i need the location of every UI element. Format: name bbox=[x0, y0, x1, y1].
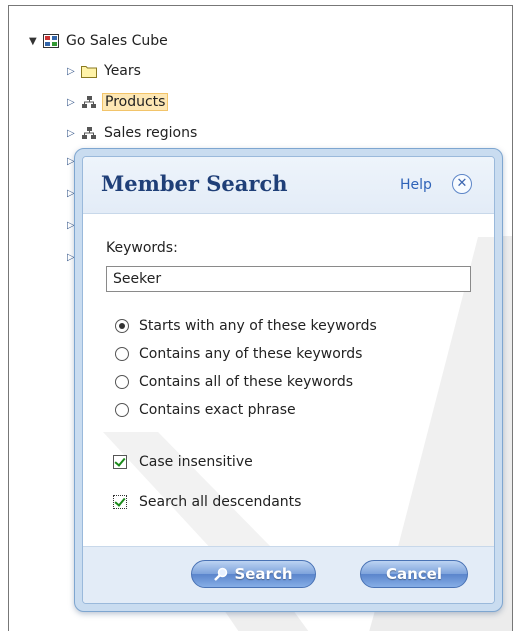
tree-label-sales-regions: Sales regions bbox=[104, 125, 198, 141]
magnifier-icon bbox=[214, 567, 228, 581]
help-link[interactable]: Help bbox=[400, 177, 432, 193]
folder-icon bbox=[81, 66, 97, 78]
expand-right-icon[interactable]: ▷ bbox=[67, 128, 81, 139]
checkbox[interactable] bbox=[113, 455, 127, 469]
checkbox[interactable] bbox=[113, 495, 127, 509]
keywords-label: Keywords: bbox=[106, 240, 178, 256]
radio-label: Contains any of these keywords bbox=[139, 346, 363, 362]
dialog-title: Member Search bbox=[101, 171, 288, 196]
member-search-dialog: Member Search Help ✕ Keywords: Starts wi… bbox=[74, 148, 503, 612]
tree-node-root[interactable]: ▼ Go Sales Cube bbox=[29, 30, 170, 52]
keywords-input[interactable] bbox=[106, 266, 471, 292]
radio-label: Contains all of these keywords bbox=[139, 374, 354, 390]
checkbox-label: Search all descendants bbox=[139, 494, 302, 510]
radio-starts-with[interactable]: Starts with any of these keywords bbox=[115, 315, 377, 337]
radio-button[interactable] bbox=[115, 403, 129, 417]
tree-node-years[interactable]: ▷ Years bbox=[67, 60, 143, 82]
radio-contains-all[interactable]: Contains all of these keywords bbox=[115, 371, 353, 393]
tree-label-products: Products bbox=[102, 93, 169, 111]
expand-right-icon[interactable]: ▷ bbox=[67, 97, 81, 108]
tree-node-products[interactable]: ▷ Products bbox=[67, 91, 169, 113]
radio-button[interactable] bbox=[115, 319, 129, 333]
search-descendants-checkbox[interactable]: Search all descendants bbox=[113, 491, 301, 513]
tree-node-sales-regions[interactable]: ▷ Sales regions bbox=[67, 122, 199, 144]
dialog-body: Member Search Help ✕ Keywords: Starts wi… bbox=[82, 156, 495, 604]
radio-exact-phrase[interactable]: Contains exact phrase bbox=[115, 399, 296, 421]
expand-right-icon[interactable]: ▷ bbox=[67, 66, 81, 77]
radio-button[interactable] bbox=[115, 375, 129, 389]
hierarchy-icon bbox=[82, 127, 96, 139]
cube-icon bbox=[43, 34, 59, 48]
radio-contains-any[interactable]: Contains any of these keywords bbox=[115, 343, 362, 365]
dialog-footer: Search Cancel bbox=[83, 546, 494, 603]
checkbox-label: Case insensitive bbox=[139, 454, 253, 470]
close-icon[interactable]: ✕ bbox=[452, 174, 472, 194]
tree-label-years: Years bbox=[104, 63, 141, 79]
hierarchy-icon bbox=[82, 96, 96, 108]
search-button-label: Search bbox=[234, 565, 293, 583]
radio-label: Contains exact phrase bbox=[139, 402, 296, 418]
cancel-button-label: Cancel bbox=[385, 565, 442, 583]
dialog-header: Member Search Help ✕ bbox=[83, 157, 494, 214]
tree-label-root: Go Sales Cube bbox=[66, 33, 168, 49]
expand-down-icon[interactable]: ▼ bbox=[29, 36, 43, 47]
case-insensitive-checkbox[interactable]: Case insensitive bbox=[113, 451, 253, 473]
radio-label: Starts with any of these keywords bbox=[139, 318, 377, 334]
radio-button[interactable] bbox=[115, 347, 129, 361]
cancel-button[interactable]: Cancel bbox=[360, 560, 468, 588]
search-button[interactable]: Search bbox=[191, 560, 316, 588]
